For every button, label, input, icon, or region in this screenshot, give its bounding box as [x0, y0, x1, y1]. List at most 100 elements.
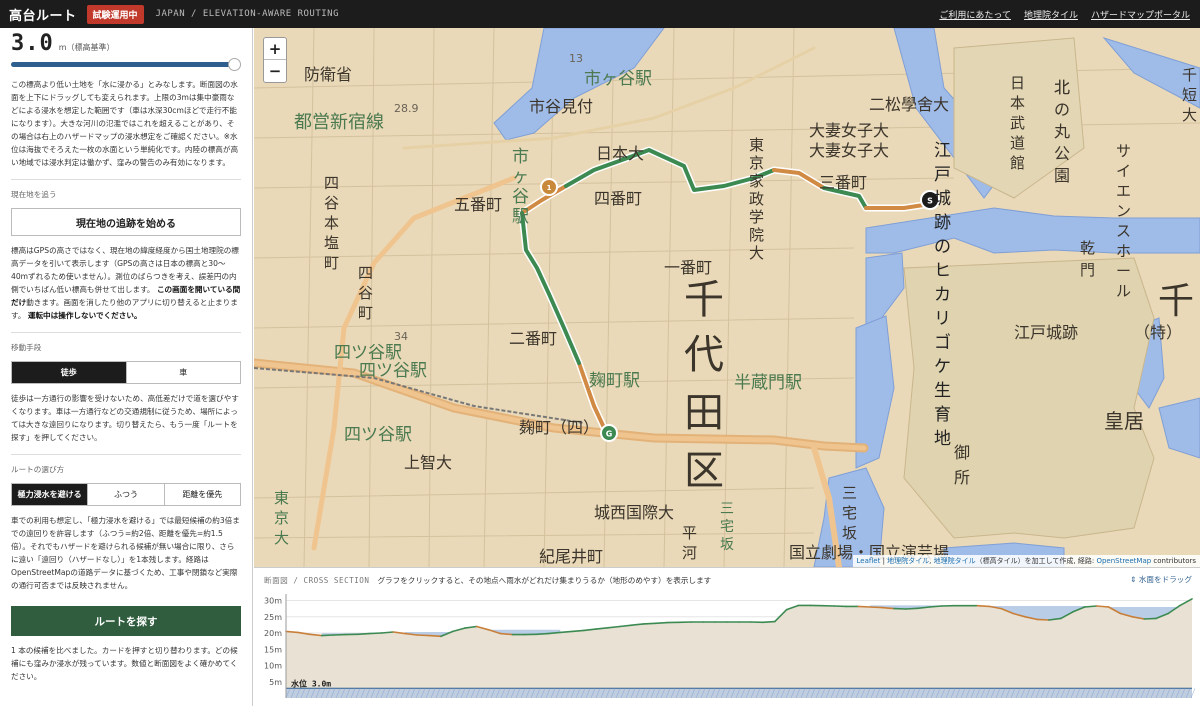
- svg-text:東: 東: [749, 136, 764, 154]
- map-label-ichigaya-station: 市ヶ谷駅: [584, 69, 652, 89]
- profile-segment: [380, 631, 395, 634]
- map-view[interactable]: S G 1 千 代 田 区 千 市ヶ谷駅 麹町駅 半蔵門駅 四ツ谷駅 四ツ谷駅: [254, 28, 1200, 567]
- svg-text:城: 城: [934, 189, 951, 209]
- svg-text:政: 政: [749, 190, 764, 208]
- svg-text:短: 短: [1182, 86, 1197, 104]
- attrib-gsi-link-2[interactable]: 地理院タイル: [934, 557, 976, 565]
- svg-text:河: 河: [682, 544, 697, 562]
- profile-segment: [535, 632, 550, 636]
- cross-section-chart[interactable]: 30m 25m 20m 15m 10m 5m 水位 3.0m: [254, 568, 1200, 706]
- search-route-button[interactable]: ルートを探す: [11, 606, 241, 636]
- map-label-kioicho: 紀尾井町: [539, 547, 603, 566]
- map-label-yotsuya-station: 四ツ谷駅: [344, 425, 412, 445]
- route-marker-waypoint[interactable]: 1: [540, 178, 558, 196]
- map-label-miyakezaka: 三 宅 坂: [720, 501, 734, 553]
- svg-text:の: の: [934, 237, 951, 257]
- svg-text:館: 館: [1010, 154, 1025, 172]
- svg-text:駅: 駅: [512, 207, 529, 227]
- svg-text:ヒ: ヒ: [934, 261, 951, 281]
- svg-text:学: 学: [749, 208, 764, 226]
- water-level-value: 3.0: [11, 31, 54, 56]
- zoom-out-button[interactable]: −: [264, 60, 286, 82]
- svg-text:江: 江: [934, 141, 951, 161]
- svg-text:三: 三: [842, 484, 857, 502]
- route-mode-toggle: 極力浸水を避ける ふつう 距離を優先: [11, 483, 241, 506]
- profile-segment: [1036, 618, 1050, 621]
- svg-text:代: 代: [684, 332, 724, 378]
- svg-text:サ: サ: [1116, 142, 1131, 160]
- route-mode-normal[interactable]: ふつう: [88, 484, 165, 505]
- nav-link-hazard-portal[interactable]: ハザードマップポータル: [1091, 8, 1190, 21]
- map-label-sen: 千: [1158, 281, 1194, 322]
- svg-text:千: 千: [1182, 66, 1197, 84]
- y-tick-label: 5m: [269, 678, 282, 687]
- route-mode-description: 車での利用も想定し、「極力浸水を避ける」では最短候補の約3倍までの遠回りを許容し…: [11, 516, 240, 590]
- attrib-leaflet-link[interactable]: Leaflet: [857, 557, 881, 565]
- zoom-in-button[interactable]: +: [264, 38, 286, 60]
- svg-text:ン: ン: [1116, 202, 1131, 220]
- nav-link-terms[interactable]: ご利用にあたって: [939, 8, 1011, 21]
- map-label-sophia: 上智大: [404, 453, 452, 472]
- profile-segment: [356, 632, 371, 636]
- water-level-label: 水位 3.0m: [290, 678, 331, 688]
- map-label-kojimachi-4: 麹町（四）: [519, 418, 599, 437]
- svg-text:本: 本: [1010, 94, 1025, 112]
- route-mode-distance[interactable]: 距離を優先: [165, 484, 240, 505]
- svg-text:四: 四: [358, 264, 373, 282]
- map-canvas: S G 1 千 代 田 区 千 市ヶ谷駅 麹町駅 半蔵門駅 四ツ谷駅 四ツ谷駅: [254, 28, 1200, 567]
- profile-segment: [905, 607, 919, 610]
- svg-text:S: S: [927, 197, 933, 206]
- svg-text:谷: 谷: [324, 194, 339, 212]
- map-label-toei-shinjuku-line: 都営新宿線: [294, 112, 384, 133]
- y-tick-label: 15m: [264, 645, 282, 654]
- map-label-nihon-univ: 日本大: [596, 144, 644, 163]
- map-label-kojimachi-station: 麹町駅: [589, 371, 640, 391]
- route-marker-goal[interactable]: G: [600, 424, 618, 442]
- start-tracking-button[interactable]: 現在地の追跡を始める: [11, 208, 241, 236]
- svg-text:ヶ: ヶ: [512, 167, 529, 187]
- slider-thumb[interactable]: [228, 58, 242, 71]
- transport-option-walk[interactable]: 徒歩: [12, 362, 127, 383]
- attrib-gsi-link-1[interactable]: 地理院タイル: [887, 557, 929, 565]
- map-spot-height-13: 13: [569, 52, 583, 65]
- map-label-ichigaya-vertical: 市 ヶ 谷 駅: [512, 147, 529, 227]
- svg-text:本: 本: [324, 214, 339, 232]
- water-level-slider[interactable]: [11, 58, 242, 71]
- nav-link-gsi-tiles[interactable]: 地理院タイル: [1024, 8, 1078, 21]
- svg-text:育: 育: [934, 405, 951, 425]
- profile-segment: [976, 604, 991, 608]
- attrib-osm-link[interactable]: OpenStreetMap: [1096, 557, 1151, 565]
- y-tick-label: 20m: [264, 629, 282, 638]
- map-label-sanbancho: 三番町: [819, 173, 867, 192]
- svg-text:丸: 丸: [1054, 122, 1070, 141]
- svg-text:ル: ル: [1116, 282, 1131, 300]
- profile-segment: [368, 632, 383, 635]
- map-label-josai: 城西国際大: [594, 503, 674, 522]
- map-label-nibancho: 二番町: [509, 329, 557, 348]
- svg-text:区: 区: [684, 448, 724, 494]
- transport-option-car[interactable]: 車: [127, 362, 241, 383]
- search-result-text: 1 本の候補を比べました。カードを押すと切り替わります。どの候補にも窪みか浸水が…: [11, 646, 238, 681]
- app-title: 高台ルート: [9, 8, 77, 24]
- svg-text:大: 大: [274, 529, 289, 547]
- map-label-budokan: 日 本 武 道 館: [1010, 74, 1025, 172]
- map-label-otsuma-2: 大妻女子大: [809, 141, 889, 160]
- profile-segment: [857, 605, 871, 608]
- route-mode-section-label: ルートの選び方: [11, 454, 241, 475]
- profile-segment: [881, 606, 895, 610]
- svg-text:平: 平: [682, 524, 697, 542]
- svg-text:京: 京: [749, 154, 764, 172]
- tracking-description: 標高はGPSの高さではなく、現在地の緯度経度から国土地理院の標高データを引いて表…: [11, 244, 241, 322]
- map-label-otsuma-1: 大妻女子大: [809, 121, 889, 140]
- svg-text:G: G: [606, 430, 613, 439]
- map-label-yotsuya-honshiocho: 四 谷 本 塩 町: [324, 174, 339, 272]
- top-nav: ご利用にあたって 地理院タイル ハザードマップポータル: [939, 0, 1190, 28]
- map-label-ichibancho: 一番町: [664, 258, 712, 277]
- route-mode-avoid-flood[interactable]: 極力浸水を避ける: [12, 484, 89, 505]
- map-label-kitanomaru: 北 の 丸 公 園: [1054, 78, 1070, 185]
- svg-text:四: 四: [324, 174, 339, 192]
- map-label-nishogakusha: 二松學舍大: [869, 95, 949, 114]
- svg-text:ス: ス: [1116, 222, 1131, 240]
- map-label-miyakezaka-road: 三 宅 坂: [842, 484, 857, 542]
- y-tick-label: 30m: [264, 597, 282, 606]
